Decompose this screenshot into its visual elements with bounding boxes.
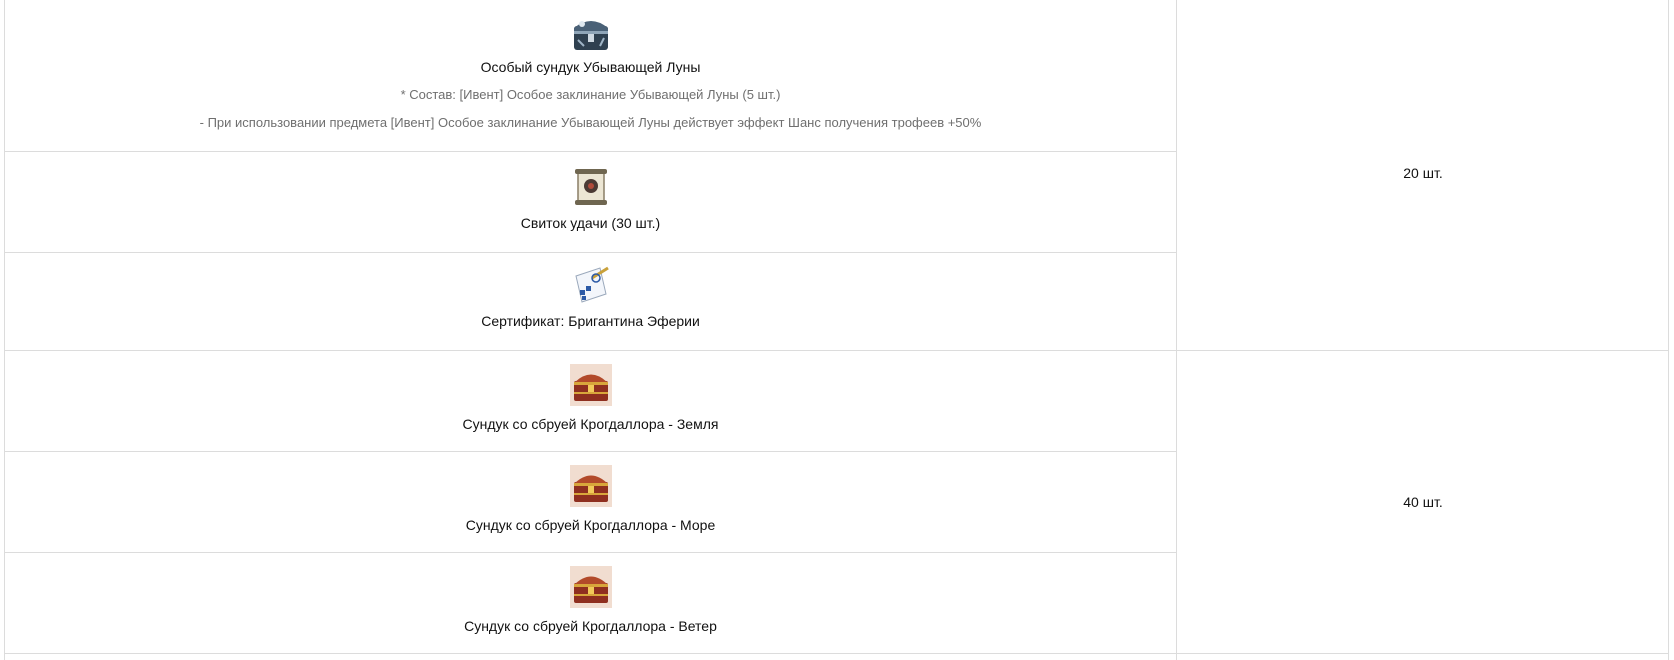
column-divider (1176, 0, 1177, 660)
row-divider (5, 552, 1176, 553)
group-divider (5, 653, 1669, 654)
certificate-icon (575, 266, 609, 303)
treasure-chest-icon (570, 566, 612, 608)
treasure-chest-icon (570, 364, 612, 406)
quantity-cell: 40 шт. (1403, 494, 1443, 510)
row-divider (5, 252, 1176, 253)
item-name: Особый сундук Убывающей Луны (480, 59, 701, 75)
row-divider (5, 151, 1176, 152)
item-name: Сертификат: Бригантина Эферии (481, 313, 700, 329)
treasure-chest-icon (570, 465, 612, 507)
rewards-table: Особый сундук Убывающей Луны * Состав: [… (4, 0, 1669, 660)
item-description: * Состав: [Ивент] Особое заклинание Убыв… (400, 87, 781, 102)
quantity-cell: 20 шт. (1403, 165, 1443, 181)
luck-scroll-icon (575, 169, 607, 205)
group-divider (5, 350, 1669, 351)
item-name: Сундук со сбруей Крогдаллора - Земля (462, 416, 719, 432)
item-description: - При использовании предмета [Ивент] Осо… (199, 115, 982, 130)
dark-chest-icon (574, 21, 608, 50)
item-name: Свиток удачи (30 шт.) (520, 215, 661, 231)
item-name: Сундук со сбруей Крогдаллора - Море (465, 517, 716, 533)
row-divider (5, 451, 1176, 452)
item-name: Сундук со сбруей Крогдаллора - Ветер (464, 618, 717, 634)
